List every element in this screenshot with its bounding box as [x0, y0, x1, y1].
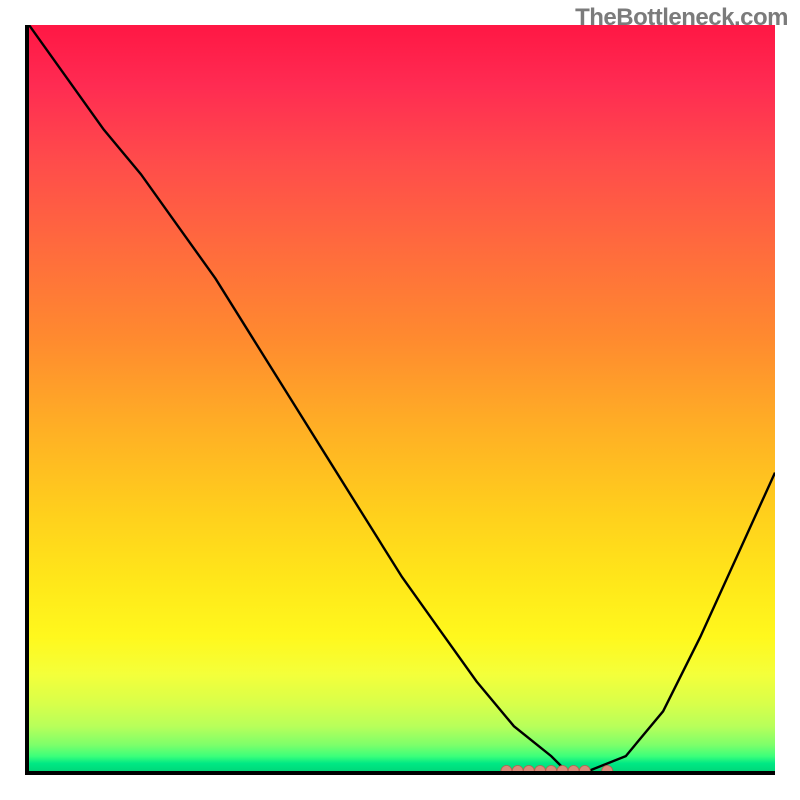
marker-point-icon: [535, 766, 546, 772]
marker-point-icon: [579, 766, 590, 772]
marker-point-icon: [568, 766, 579, 772]
marker-layer: [29, 25, 775, 771]
marker-point-icon: [557, 766, 568, 772]
marker-group: [501, 766, 613, 772]
marker-point-icon: [602, 766, 613, 772]
marker-point-icon: [546, 766, 557, 772]
chart-container: TheBottleneck.com: [0, 0, 800, 800]
plot-area: [25, 25, 775, 775]
marker-point-icon: [501, 766, 512, 772]
marker-point-icon: [523, 766, 534, 772]
marker-point-icon: [512, 766, 523, 772]
watermark-text: TheBottleneck.com: [575, 4, 788, 32]
